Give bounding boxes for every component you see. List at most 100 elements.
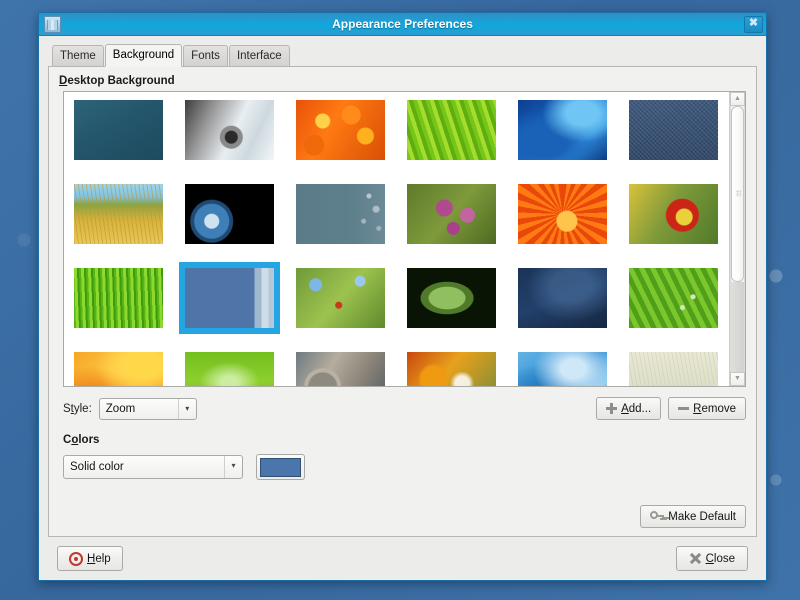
wallpaper-thumbnail[interactable] <box>518 352 607 386</box>
blue-abstract-curves <box>518 352 607 386</box>
scrollbar-lower-track[interactable] <box>731 281 744 372</box>
remove-wallpaper-button[interactable]: Remove <box>668 397 746 420</box>
blue-abstract-swirl <box>518 100 607 160</box>
wallpaper-thumbnail[interactable] <box>185 184 274 244</box>
wallpaper-thumbnail[interactable] <box>407 268 496 328</box>
wallpaper-thumbnail[interactable] <box>185 100 274 160</box>
window-icon <box>44 15 61 33</box>
scroll-down-arrow-icon[interactable]: ▼ <box>730 372 745 386</box>
flower-seed-blur <box>407 352 496 386</box>
add-button-label: Add... <box>621 402 652 415</box>
window-titlebar[interactable]: Appearance Preferences ✖ <box>39 13 766 36</box>
plus-icon <box>606 403 618 414</box>
help-button-label: Help <box>87 552 111 565</box>
colors-row: Solid color ▾ <box>63 454 746 480</box>
minus-icon <box>678 403 690 414</box>
style-combobox[interactable]: Zoom ▾ <box>98 397 197 420</box>
teal-gray-bubbles <box>296 184 385 244</box>
wallpaper-thumbnail[interactable] <box>629 100 718 160</box>
water-droplet-mono <box>185 100 274 160</box>
color-swatch-button[interactable] <box>256 454 305 480</box>
wallpaper-thumbnail[interactable] <box>185 352 274 386</box>
wallpaper-thumbnail[interactable] <box>407 100 496 160</box>
tab-background[interactable]: Background <box>104 44 183 67</box>
color-mode-combobox[interactable]: Solid color ▾ <box>63 455 243 479</box>
bicycle-metal <box>296 352 385 386</box>
wallpaper-thumbnail[interactable] <box>296 100 385 160</box>
wallpaper-thumbnail[interactable] <box>518 268 607 328</box>
wallpaper-list-frame: ▲ ▼ <box>63 91 746 387</box>
orange-flower-closeup <box>518 184 607 244</box>
style-label: Style: <box>63 402 92 415</box>
colors-frame-label: Colors <box>63 434 100 446</box>
help-icon <box>69 551 83 566</box>
make-default-label: Make Default <box>668 510 736 523</box>
style-value: Zoom <box>105 402 136 415</box>
wallpaper-thumbnail[interactable] <box>74 100 163 160</box>
wallpaper-thumbnail[interactable] <box>296 268 385 328</box>
wallpaper-thumbnail[interactable] <box>179 262 280 334</box>
remove-button-label: Remove <box>693 402 736 415</box>
red-yellow-flower <box>629 184 718 244</box>
chevron-down-icon: ▾ <box>177 398 196 419</box>
tab-fonts[interactable]: Fonts <box>183 45 228 66</box>
window-body: Theme Background Fonts Interface Desktop… <box>39 36 766 580</box>
add-wallpaper-button[interactable]: Add... <box>596 397 662 420</box>
wallpaper-actions: Add... Remove <box>596 397 746 420</box>
help-button[interactable]: Help <box>57 546 123 571</box>
dewy-leaves <box>629 268 718 328</box>
wallpaper-scrollbar[interactable]: ▲ ▼ <box>729 92 745 386</box>
wallpaper-thumbnail[interactable] <box>518 100 607 160</box>
tab-interface[interactable]: Interface <box>228 45 290 66</box>
color-mode-value: Solid color <box>70 461 124 473</box>
tab-bar: Theme Background Fonts Interface <box>48 44 757 67</box>
tab-theme[interactable]: Theme <box>52 45 104 66</box>
scroll-up-arrow-icon[interactable]: ▲ <box>730 92 745 106</box>
key-icon <box>650 510 665 523</box>
close-x-icon <box>689 552 702 565</box>
close-button-label: Close <box>705 552 735 565</box>
chevron-down-icon-colors: ▾ <box>224 456 242 478</box>
dialog-action-area: Help Close <box>48 537 757 571</box>
green-leaf-stripes <box>407 100 496 160</box>
make-default-button[interactable]: Make Default <box>640 505 746 528</box>
wallpaper-thumbnail[interactable] <box>296 184 385 244</box>
wallpaper-thumbnail[interactable] <box>518 184 607 244</box>
style-row: Style: Zoom ▾ Add... Remove <box>63 397 746 420</box>
orange-abstract-waves <box>74 352 163 386</box>
wallpaper-thumbnail[interactable] <box>407 352 496 386</box>
wallpaper-thumbnail[interactable] <box>74 268 163 328</box>
beige-linen-texture <box>629 352 718 386</box>
wallpaper-icon-view[interactable] <box>64 92 729 386</box>
earth-from-space <box>185 184 274 244</box>
wallpaper-thumbnail[interactable] <box>74 184 163 244</box>
desktop-background-frame-label: Desktop Background <box>59 75 175 87</box>
blue-gray-streak <box>185 268 274 328</box>
background-tab-page: Desktop Background ▲ ▼ Style: Zoom ▾ Add… <box>48 66 757 537</box>
color-swatch <box>260 457 301 477</box>
close-button[interactable]: Close <box>675 546 748 571</box>
beach-grass <box>74 184 163 244</box>
scrollbar-track[interactable] <box>730 106 745 372</box>
teal-gradient <box>74 100 163 160</box>
wallpaper-thumbnail[interactable] <box>296 352 385 386</box>
green-grass-blades <box>74 268 163 328</box>
wallpaper-thumbnail[interactable] <box>74 352 163 386</box>
forget-me-not-ladybug <box>296 268 385 328</box>
dark-blue-texture <box>518 268 607 328</box>
appearance-preferences-window: Appearance Preferences ✖ Theme Backgroun… <box>38 12 767 581</box>
scrollbar-thumb[interactable] <box>731 106 744 282</box>
purple-coneflowers <box>407 184 496 244</box>
make-default-row: Make Default <box>59 505 746 528</box>
orange-flowers <box>296 100 385 160</box>
frame-label-rest: esktop Background <box>67 75 175 87</box>
wallpaper-thumbnail[interactable] <box>629 352 718 386</box>
green-abstract-waves <box>185 352 274 386</box>
wallpaper-thumbnail[interactable] <box>629 268 718 328</box>
wallpaper-thumbnail[interactable] <box>629 184 718 244</box>
wallpaper-thumbnail[interactable] <box>407 184 496 244</box>
window-close-icon[interactable]: ✖ <box>744 15 763 33</box>
denim-texture <box>629 100 718 160</box>
window-title: Appearance Preferences <box>332 17 473 31</box>
leaf-dark-ladybugs <box>407 268 496 328</box>
